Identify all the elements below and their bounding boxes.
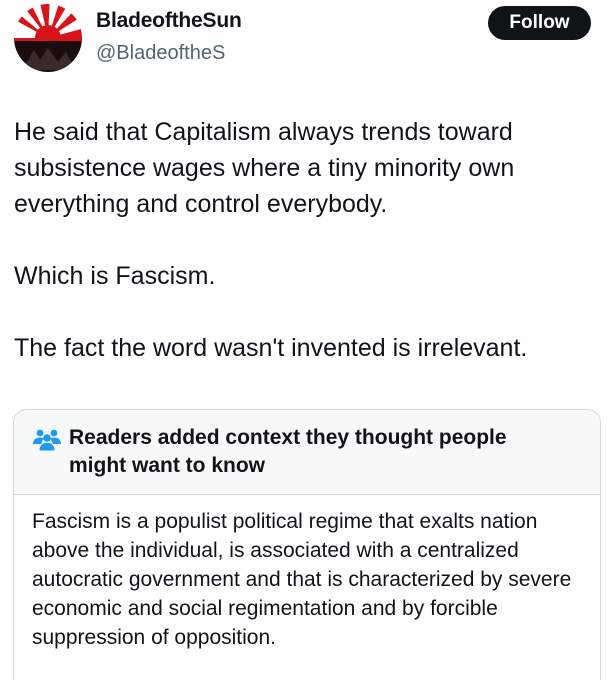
community-note: Readers added context they thought peopl… xyxy=(13,409,601,680)
tweet-paragraph: Which is Fascism. xyxy=(14,262,216,290)
rising-sun-logo xyxy=(14,4,82,72)
community-note-header[interactable]: Readers added context they thought peopl… xyxy=(14,410,600,495)
tweet-paragraph: The fact the word wasn't invented is irr… xyxy=(14,334,528,362)
tweet-text: He said that Capitalism always trends to… xyxy=(14,114,604,366)
author-display-name[interactable]: BladeoftheSun xyxy=(96,9,242,33)
avatar[interactable] xyxy=(14,4,82,72)
people-group-icon xyxy=(32,427,62,451)
author-handle[interactable]: @BladeoftheS xyxy=(96,42,225,65)
tweet: BladeoftheSun @BladeoftheS Follow He sai… xyxy=(0,0,614,680)
community-note-title: Readers added context they thought peopl… xyxy=(69,426,507,477)
follow-button[interactable]: Follow xyxy=(488,6,591,40)
tweet-paragraph: He said that Capitalism always trends to… xyxy=(14,118,515,218)
community-note-body: Fascism is a populist political regime t… xyxy=(32,510,572,649)
